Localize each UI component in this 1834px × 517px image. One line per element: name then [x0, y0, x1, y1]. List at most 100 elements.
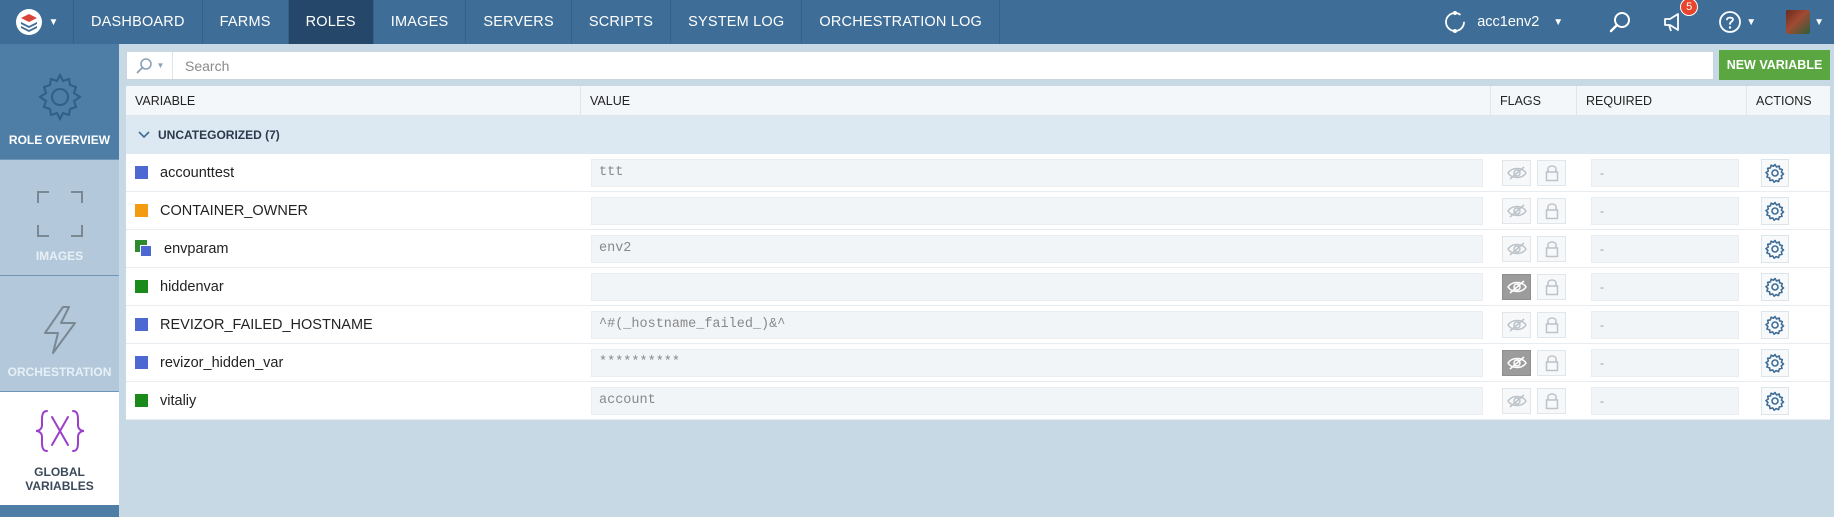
variable-value-field[interactable]: ^#(_hostname_failed_)&^ — [591, 310, 1483, 339]
actions-cell — [1747, 234, 1830, 263]
flags-cell — [1491, 311, 1577, 338]
required-cell: - — [1577, 272, 1747, 301]
gear-icon — [1765, 315, 1785, 335]
variable-value-field[interactable] — [591, 196, 1483, 225]
table-row[interactable]: CONTAINER_OWNER - — [126, 192, 1830, 230]
variable-value-field[interactable]: account — [591, 386, 1483, 415]
refresh-icon — [1445, 11, 1466, 33]
required-field[interactable]: - — [1591, 234, 1739, 263]
required-field[interactable]: - — [1591, 386, 1739, 415]
environment-switcher[interactable]: acc1env2 ▼ — [1443, 10, 1563, 34]
actions-cell — [1747, 158, 1830, 187]
variable-value-cell: ttt — [581, 158, 1491, 187]
required-cell: - — [1577, 234, 1747, 263]
app-logo-menu[interactable]: ▼ — [0, 0, 74, 44]
table-row[interactable]: revizor_hidden_var ********** - — [126, 344, 1830, 382]
locked-flag-toggle[interactable] — [1537, 159, 1566, 186]
actions-cell — [1747, 272, 1830, 301]
nav-servers[interactable]: SERVERS — [466, 0, 572, 44]
environment-name: acc1env2 — [1477, 14, 1540, 30]
help-menu[interactable]: ▼ — [1718, 10, 1756, 34]
search-input[interactable] — [173, 52, 1713, 79]
nav-dashboard[interactable]: DASHBOARD — [74, 0, 203, 44]
table-row[interactable]: accounttest ttt - — [126, 154, 1830, 192]
required-field[interactable]: - — [1591, 272, 1739, 301]
table-row[interactable]: vitaliy account - — [126, 382, 1830, 420]
sidebar-item-images[interactable]: IMAGES — [0, 160, 119, 276]
variable-name-cell: hiddenvar — [126, 279, 581, 295]
variables-table: VARIABLE VALUE FLAGS REQUIRED ACTIONS UN… — [126, 86, 1830, 420]
variable-settings-button[interactable] — [1761, 348, 1789, 377]
locked-flag-toggle[interactable] — [1537, 235, 1566, 262]
hidden-flag-toggle[interactable] — [1502, 235, 1531, 262]
scope-indicator-icon — [135, 318, 148, 331]
variable-settings-button[interactable] — [1761, 310, 1789, 339]
new-variable-button[interactable]: NEW VARIABLE — [1719, 50, 1830, 80]
sidebar-item-global-variables[interactable]: GLOBAL VARIABLES — [0, 392, 119, 508]
locked-flag-toggle[interactable] — [1537, 387, 1566, 414]
hidden-flag-toggle[interactable] — [1502, 197, 1531, 224]
nav-scripts[interactable]: SCRIPTS — [572, 0, 672, 44]
sidebar-item-orchestration[interactable]: ORCHESTRATION — [0, 276, 119, 392]
search-options-toggle[interactable]: ▼ — [127, 52, 173, 79]
hidden-flag-toggle[interactable] — [1502, 159, 1531, 186]
hidden-flag-toggle[interactable] — [1502, 273, 1531, 300]
hidden-flag-toggle[interactable] — [1502, 349, 1531, 376]
nav-farms[interactable]: FARMS — [203, 0, 289, 44]
required-value: - — [1600, 317, 1604, 332]
required-field[interactable]: - — [1591, 310, 1739, 339]
variable-value-field[interactable]: ttt — [591, 158, 1483, 187]
variable-settings-button[interactable] — [1761, 272, 1789, 301]
table-row[interactable]: REVIZOR_FAILED_HOSTNAME ^#(_hostname_fail… — [126, 306, 1830, 344]
locked-flag-toggle[interactable] — [1537, 349, 1566, 376]
variable-settings-button[interactable] — [1761, 386, 1789, 415]
locked-flag-toggle[interactable] — [1537, 273, 1566, 300]
nav-images[interactable]: IMAGES — [374, 0, 467, 44]
search-icon — [1609, 12, 1631, 33]
table-row[interactable]: hiddenvar - — [126, 268, 1830, 306]
column-header-variable[interactable]: VARIABLE — [126, 86, 581, 115]
column-header-value[interactable]: VALUE — [581, 86, 1491, 115]
group-header-uncategorized[interactable]: UNCATEGORIZED (7) — [126, 116, 1830, 154]
lock-icon — [1545, 392, 1559, 410]
table-header: VARIABLE VALUE FLAGS REQUIRED ACTIONS — [126, 86, 1830, 116]
eye-slash-icon — [1506, 355, 1528, 371]
required-field[interactable]: - — [1591, 158, 1739, 187]
gear-icon — [37, 72, 82, 122]
required-value: - — [1600, 355, 1604, 370]
lock-icon — [1545, 164, 1559, 182]
variable-settings-button[interactable] — [1761, 234, 1789, 263]
hidden-flag-toggle[interactable] — [1502, 387, 1531, 414]
required-value: - — [1600, 241, 1604, 256]
required-field[interactable]: - — [1591, 348, 1739, 377]
lock-icon — [1545, 278, 1559, 296]
variable-value: account — [599, 393, 656, 408]
variable-settings-button[interactable] — [1761, 158, 1789, 187]
variable-name: vitaliy — [160, 392, 197, 409]
sidebar-item-role-overview[interactable]: ROLE OVERVIEW — [0, 44, 119, 160]
chevron-down-icon: ▼ — [1746, 16, 1757, 28]
gear-icon — [1765, 239, 1785, 259]
required-field[interactable]: - — [1591, 196, 1739, 225]
actions-cell — [1747, 310, 1830, 339]
user-menu[interactable]: ▼ — [1786, 10, 1824, 34]
variable-name: REVIZOR_FAILED_HOSTNAME — [160, 316, 373, 333]
variable-value-field[interactable]: ********** — [591, 348, 1483, 377]
locked-flag-toggle[interactable] — [1537, 197, 1566, 224]
variable-value-field[interactable] — [591, 272, 1483, 301]
locked-flag-toggle[interactable] — [1537, 311, 1566, 338]
nav-orchestration-log[interactable]: ORCHESTRATION LOG — [802, 0, 1001, 44]
variable-name-cell: envparam — [126, 240, 581, 257]
search-button[interactable] — [1608, 10, 1632, 34]
hidden-flag-toggle[interactable] — [1502, 311, 1531, 338]
nav-roles[interactable]: ROLES — [288, 0, 374, 44]
table-row[interactable]: envparam env2 - — [126, 230, 1830, 268]
nav-system-log[interactable]: SYSTEM LOG — [671, 0, 803, 44]
eye-slash-icon — [1506, 165, 1528, 181]
variable-value-field[interactable]: env2 — [591, 234, 1483, 263]
variable-settings-button[interactable] — [1761, 196, 1789, 225]
required-value: - — [1600, 203, 1604, 218]
required-cell: - — [1577, 386, 1747, 415]
actions-cell — [1747, 196, 1830, 225]
announcements-button[interactable]: 5 — [1662, 0, 1699, 34]
